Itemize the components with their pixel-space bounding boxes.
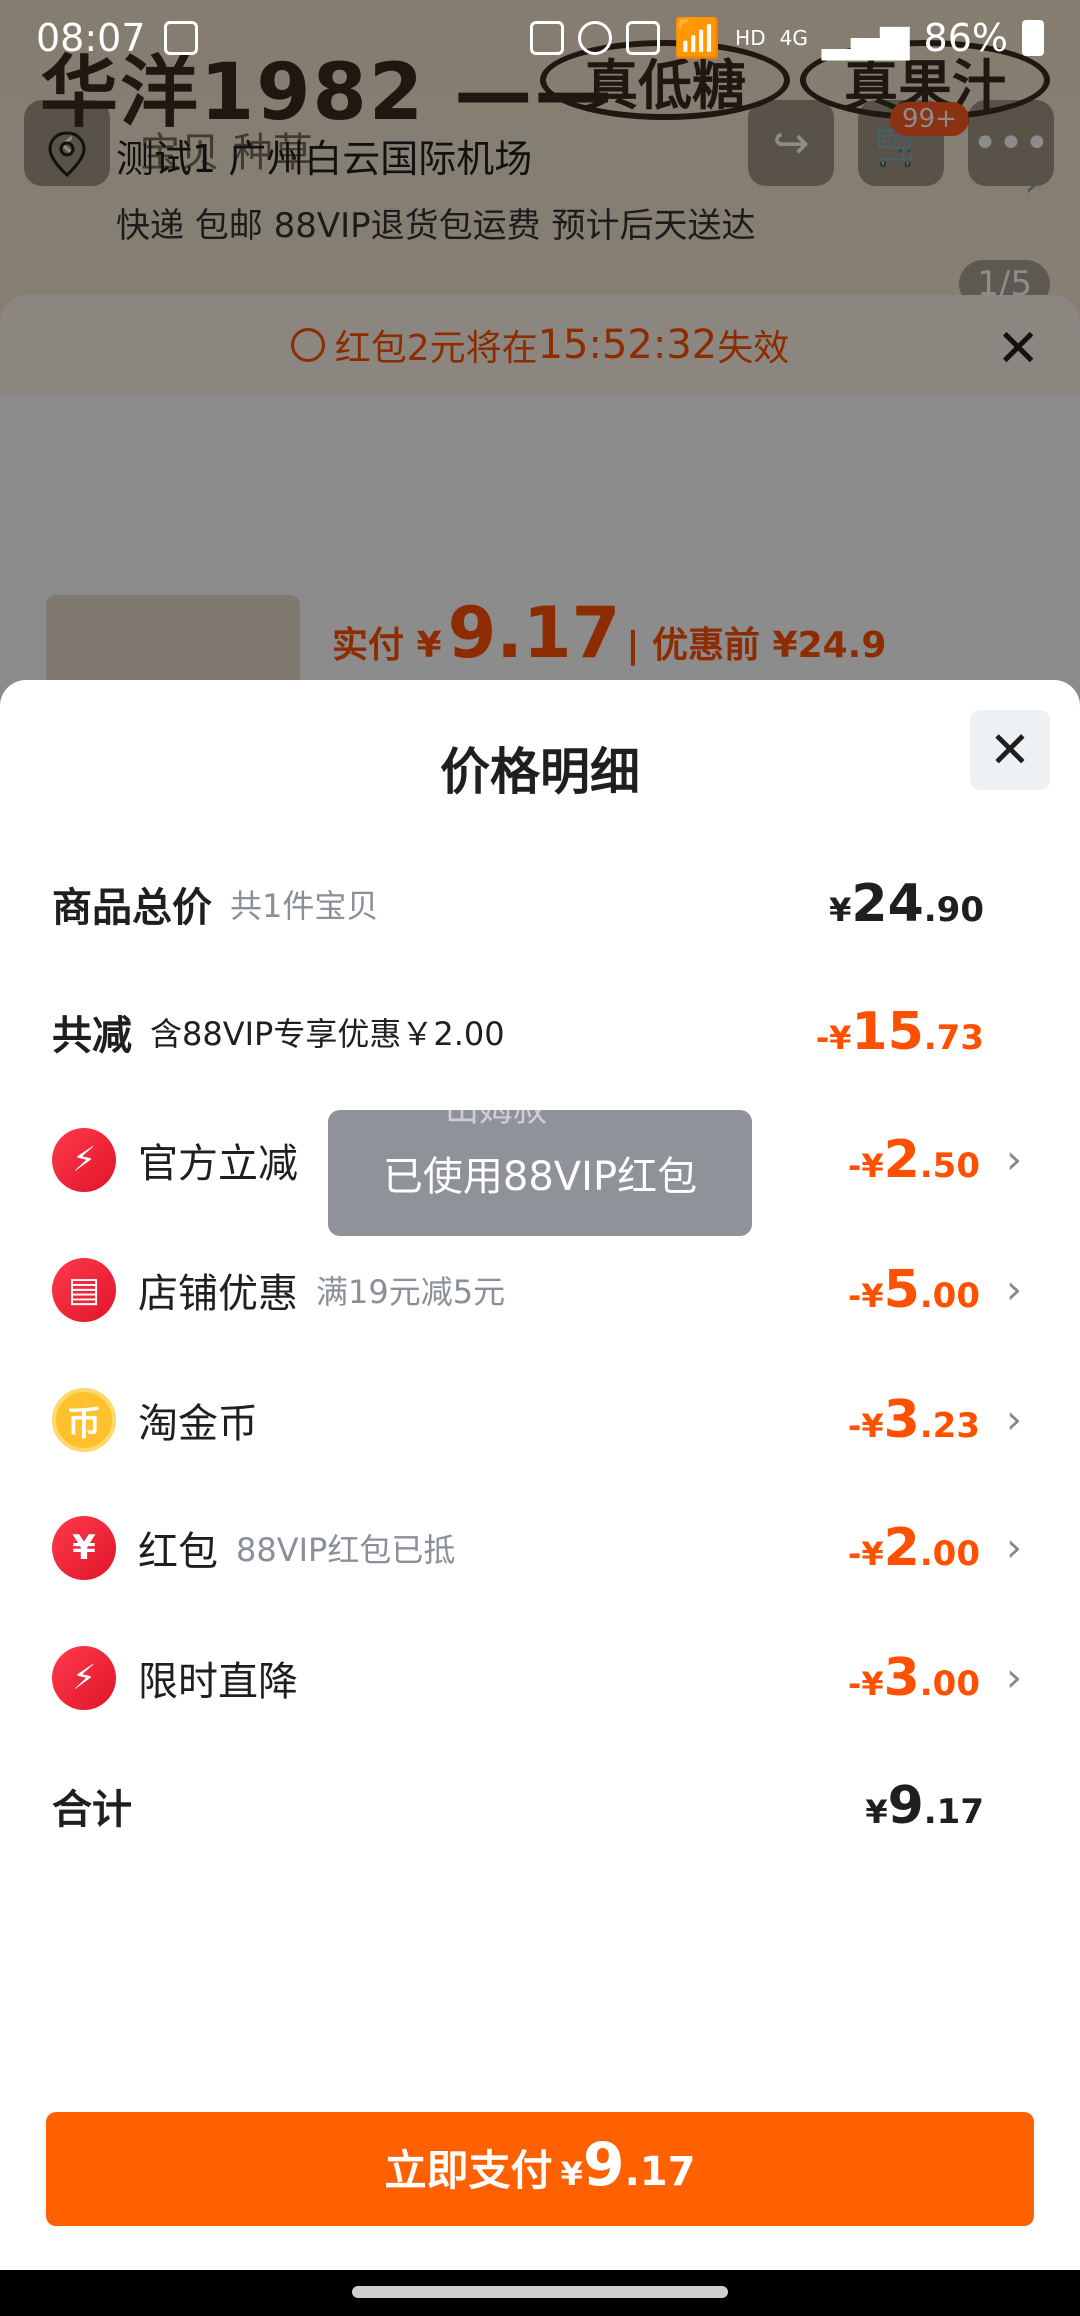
mute-icon	[625, 21, 660, 55]
store-icon: ▤	[52, 1258, 116, 1322]
currency-symbol: ¥	[861, 1535, 884, 1573]
row-amount: - ¥2.50	[848, 1130, 980, 1190]
currency-symbol: ¥	[861, 1665, 884, 1703]
amount-int: 5	[883, 1260, 920, 1320]
amount-int: 3	[883, 1648, 920, 1708]
minus-sign: -	[848, 1407, 862, 1445]
amount-int: 9	[887, 1776, 924, 1836]
lightning-icon: ⚡	[52, 1646, 116, 1710]
sheet-title: 价格明细	[440, 743, 640, 801]
redpacket-icon: ¥	[52, 1516, 116, 1580]
coin-icon: 币	[52, 1388, 116, 1452]
row-note: 含88VIP专享优惠￥2.00	[150, 1015, 505, 1053]
row-total-discount: 共减 含88VIP专享优惠￥2.00 - ¥15.73	[0, 982, 1080, 1082]
battery-percent: 86%	[923, 16, 1008, 60]
currency-symbol: ¥	[865, 1793, 888, 1831]
close-icon: ✕	[989, 721, 1031, 779]
gallery-icon	[163, 21, 198, 55]
pay-amount-int: 9	[582, 2130, 625, 2200]
row-note: 满19元减5元	[316, 1273, 506, 1311]
pay-label: 立即支付	[384, 2146, 553, 2195]
row-amount: ¥24.90	[829, 874, 984, 934]
toast-ghost-text: 山姆叔	[445, 1090, 547, 1130]
row-amount: - ¥3.23	[848, 1390, 980, 1450]
battery-icon	[1022, 20, 1044, 56]
wifi-icon: 📶	[673, 15, 722, 60]
minus-sign: -	[848, 1665, 862, 1703]
row-label: 合计	[52, 1787, 132, 1833]
row-grand-total: 合计 ¥9.17	[0, 1756, 1080, 1856]
amount-dec: .73	[923, 1018, 984, 1058]
row-label: 共减	[52, 1013, 132, 1059]
currency-symbol: ¥	[829, 1019, 852, 1057]
amount-int: 15	[851, 1002, 924, 1062]
signal-icon: ▂▄▆	[821, 16, 910, 60]
chevron-right-icon[interactable]: ›	[1006, 1267, 1022, 1313]
pay-now-button[interactable]: 立即支付 ¥ 9 .17	[46, 2112, 1034, 2226]
minus-sign: -	[815, 1019, 830, 1057]
amount-dec: .90	[923, 890, 984, 930]
amount-dec: .00	[919, 1664, 980, 1704]
minus-sign: -	[848, 1535, 862, 1573]
chevron-right-icon[interactable]: ›	[1006, 1137, 1022, 1183]
nfc-icon	[529, 21, 564, 55]
amount-dec: .50	[919, 1146, 980, 1186]
row-amount: - ¥3.00	[848, 1648, 980, 1708]
minus-sign: -	[848, 1277, 862, 1315]
amount-int: 2	[883, 1518, 920, 1578]
chevron-right-icon[interactable]: ›	[1006, 1655, 1022, 1701]
row-note: 共1件宝贝	[230, 887, 379, 925]
minus-sign: -	[848, 1147, 862, 1185]
row-redpacket[interactable]: ¥ 红包 88VIP红包已抵 - ¥2.00 ›	[0, 1498, 1080, 1598]
amount-int: 24	[851, 874, 924, 934]
row-note: 88VIP红包已抵	[236, 1531, 456, 1569]
network-label: 4G	[779, 26, 808, 50]
close-button[interactable]: ✕	[970, 710, 1050, 790]
chevron-right-icon[interactable]: ›	[1006, 1525, 1022, 1571]
row-label: 淘金币	[138, 1401, 258, 1447]
amount-dec: .23	[919, 1406, 980, 1446]
row-label: 商品总价	[52, 885, 212, 931]
amount-dec: .00	[919, 1276, 980, 1316]
currency-symbol: ¥	[861, 1147, 884, 1185]
currency-symbol: ¥	[861, 1407, 884, 1445]
row-amount: ¥9.17	[865, 1776, 984, 1836]
price-detail-sheet: 价格明细 ✕ 商品总价 共1件宝贝 ¥24.90 共减 含88VIP专享优惠￥2…	[0, 680, 1080, 2270]
row-label: 官方立减	[138, 1141, 298, 1187]
amount-int: 3	[883, 1390, 920, 1450]
status-time: 08:07	[36, 16, 146, 60]
pay-amount-dec: .17	[624, 2149, 696, 2195]
amount-dec: .17	[923, 1792, 984, 1832]
currency-symbol: ¥	[829, 891, 852, 929]
hd-label: HD	[735, 26, 766, 50]
currency-symbol: ¥	[560, 2155, 583, 2193]
amount-int: 2	[883, 1130, 920, 1190]
alarm-icon	[577, 21, 612, 55]
status-bar: 08:07 📶 HD 4G ▂▄▆ 86%	[0, 0, 1080, 76]
row-label: 红包	[138, 1529, 218, 1575]
row-store-discount[interactable]: ▤ 店铺优惠 满19元减5元 - ¥5.00 ›	[0, 1240, 1080, 1340]
row-amount: - ¥2.00	[848, 1518, 980, 1578]
amount-dec: .00	[919, 1534, 980, 1574]
row-label: 店铺优惠	[138, 1271, 298, 1317]
row-taojinbi[interactable]: 币 淘金币 - ¥3.23 ›	[0, 1370, 1080, 1470]
home-indicator[interactable]	[352, 2286, 728, 2298]
chevron-right-icon[interactable]: ›	[1006, 1397, 1022, 1443]
lightning-icon: ⚡	[52, 1128, 116, 1192]
row-amount: - ¥15.73	[816, 1002, 984, 1062]
row-limited-discount[interactable]: ⚡ 限时直降 - ¥3.00 ›	[0, 1628, 1080, 1728]
currency-symbol: ¥	[861, 1277, 884, 1315]
row-total-goods: 商品总价 共1件宝贝 ¥24.90	[0, 854, 1080, 954]
row-amount: - ¥5.00	[848, 1260, 980, 1320]
row-label: 限时直降	[138, 1659, 298, 1705]
